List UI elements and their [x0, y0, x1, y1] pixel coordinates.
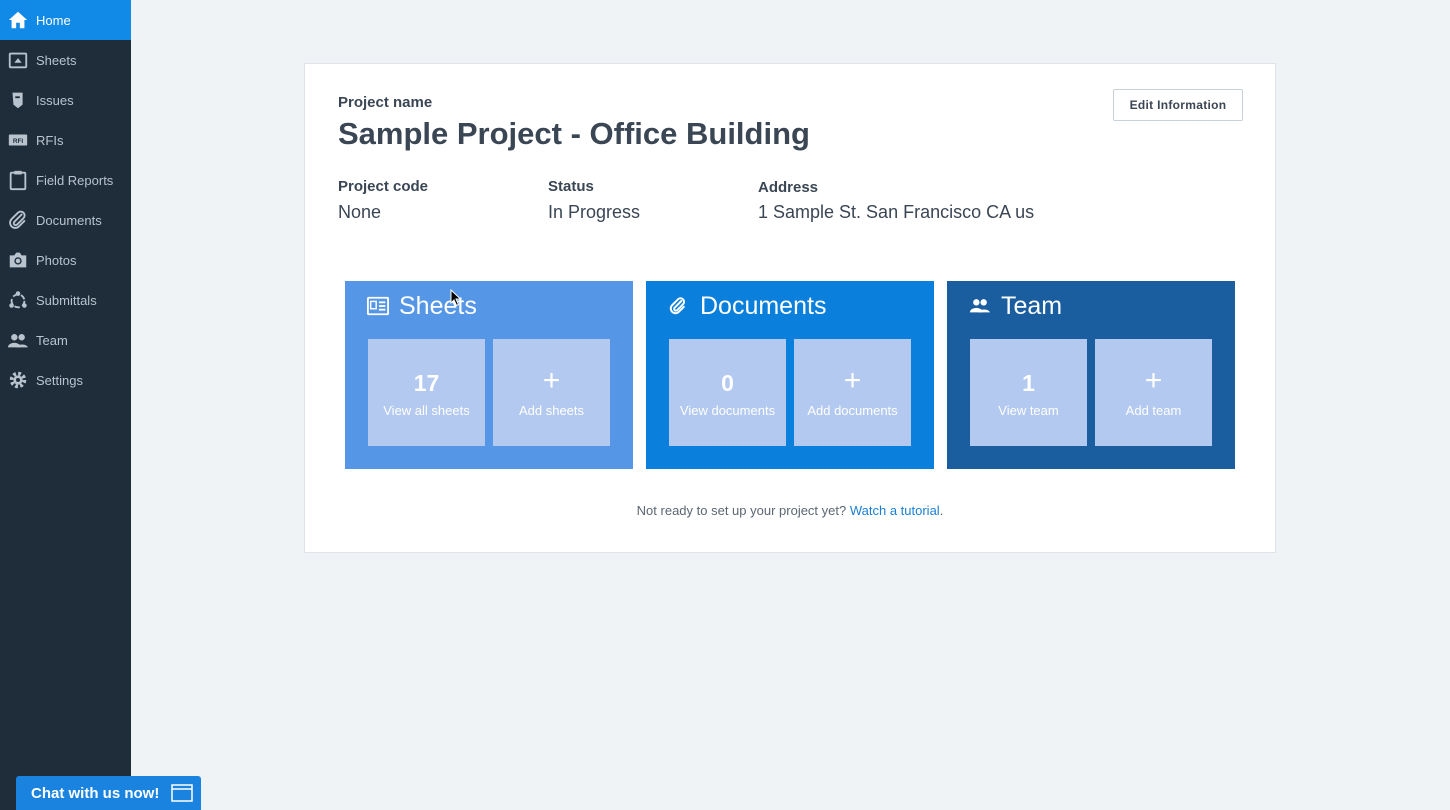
documents-count: 0 — [721, 370, 734, 396]
tile-label: View documents — [679, 403, 776, 418]
sidebar-item-label: Issues — [36, 92, 74, 108]
sidebar-item-rfis[interactable]: RFI RFIs — [0, 120, 131, 160]
chat-button[interactable]: Chat with us now! — [16, 776, 201, 810]
page-title: Sample Project - Office Building — [338, 116, 810, 151]
panel-title: Team — [1001, 291, 1063, 320]
view-all-sheets-tile[interactable]: 17 View all sheets — [368, 339, 485, 446]
sidebar-item-documents[interactable]: Documents — [0, 200, 131, 240]
add-team-tile[interactable]: + Add team — [1095, 339, 1212, 446]
add-sheets-tile[interactable]: + Add sheets — [493, 339, 610, 446]
sheets-panel: Sheets 17 View all sheets + Add sheets — [345, 281, 633, 469]
camera-icon — [0, 240, 36, 280]
home-icon — [0, 0, 36, 40]
mouse-cursor-icon — [450, 289, 462, 307]
sidebar-item-team[interactable]: Team — [0, 320, 131, 360]
sheets-icon — [0, 40, 36, 80]
panel-header: Team — [969, 289, 1062, 323]
sidebar-item-field-reports[interactable]: Field Reports — [0, 160, 131, 200]
sidebar-item-label: Settings — [36, 372, 83, 388]
view-team-tile[interactable]: 1 View team — [970, 339, 1087, 446]
documents-panel: Documents 0 View documents + Add documen… — [646, 281, 934, 469]
clipboard-icon — [0, 160, 36, 200]
project-code-value: None — [338, 202, 382, 222]
plus-icon: + — [542, 364, 561, 397]
sheets-count: 17 — [413, 370, 440, 396]
project-card: Project name Sample Project - Office Bui… — [304, 63, 1276, 553]
sidebar-item-issues[interactable]: Issues — [0, 80, 131, 120]
project-name-label: Project name — [338, 94, 433, 111]
team-icon — [0, 320, 36, 360]
setup-note-text: Not ready to set up your project yet? — [636, 503, 847, 518]
sidebar-item-label: Home — [36, 12, 71, 28]
paperclip-icon — [0, 200, 36, 240]
sidebar: Home Sheets Issues RFI RFIs Field Report… — [0, 0, 131, 810]
rfi-icon: RFI — [0, 120, 36, 160]
sidebar-item-photos[interactable]: Photos — [0, 240, 131, 280]
plus-icon: + — [843, 364, 862, 397]
sidebar-item-label: Photos — [36, 252, 77, 268]
status-value: In Progress — [548, 202, 641, 222]
tile-label: Add team — [1125, 403, 1182, 418]
gear-icon — [0, 360, 36, 400]
sidebar-item-settings[interactable]: Settings — [0, 360, 131, 400]
sheets-icon — [367, 294, 391, 318]
sidebar-item-label: Submittals — [36, 292, 97, 308]
status-label: Status — [548, 178, 594, 195]
team-panel: Team 1 View team + Add team — [947, 281, 1235, 469]
panel-title: Documents — [700, 291, 827, 320]
svg-text:RFI: RFI — [13, 138, 24, 145]
panel-title: Sheets — [399, 291, 477, 320]
team-icon — [969, 294, 993, 318]
setup-note-end: . — [939, 503, 944, 518]
team-count: 1 — [1022, 370, 1035, 396]
sidebar-item-sheets[interactable]: Sheets — [0, 40, 131, 80]
watch-tutorial-link[interactable]: Watch a tutorial — [850, 503, 940, 518]
view-documents-tile[interactable]: 0 View documents — [669, 339, 786, 446]
address-label: Address — [758, 179, 819, 196]
tile-label: Add sheets — [518, 403, 585, 418]
tile-label: View team — [998, 403, 1059, 418]
panel-header: Documents — [668, 289, 826, 323]
add-documents-tile[interactable]: + Add documents — [794, 339, 911, 446]
tile-label: Add documents — [807, 403, 898, 418]
project-code-label: Project code — [338, 178, 429, 195]
sidebar-item-label: Field Reports — [36, 172, 114, 188]
address-value: 1 Sample St. San Francisco CA us — [758, 202, 1035, 222]
sidebar-item-label: Team — [36, 332, 68, 348]
paperclip-icon — [668, 294, 692, 318]
sidebar-item-label: RFIs — [36, 132, 64, 148]
sidebar-item-label: Sheets — [36, 52, 77, 68]
sidebar-item-home[interactable]: Home — [0, 0, 131, 40]
sidebar-item-submittals[interactable]: Submittals — [0, 280, 131, 320]
plus-icon: + — [1144, 364, 1163, 397]
submittals-icon — [0, 280, 36, 320]
sidebar-item-label: Documents — [36, 212, 102, 228]
issues-icon — [0, 80, 36, 120]
setup-note: Not ready to set up your project yet? Wa… — [305, 503, 1275, 518]
tile-label: View all sheets — [383, 403, 470, 418]
edit-information-button[interactable]: Edit Information — [1113, 89, 1243, 121]
window-icon — [171, 784, 193, 802]
chat-label: Chat with us now! — [31, 784, 160, 802]
